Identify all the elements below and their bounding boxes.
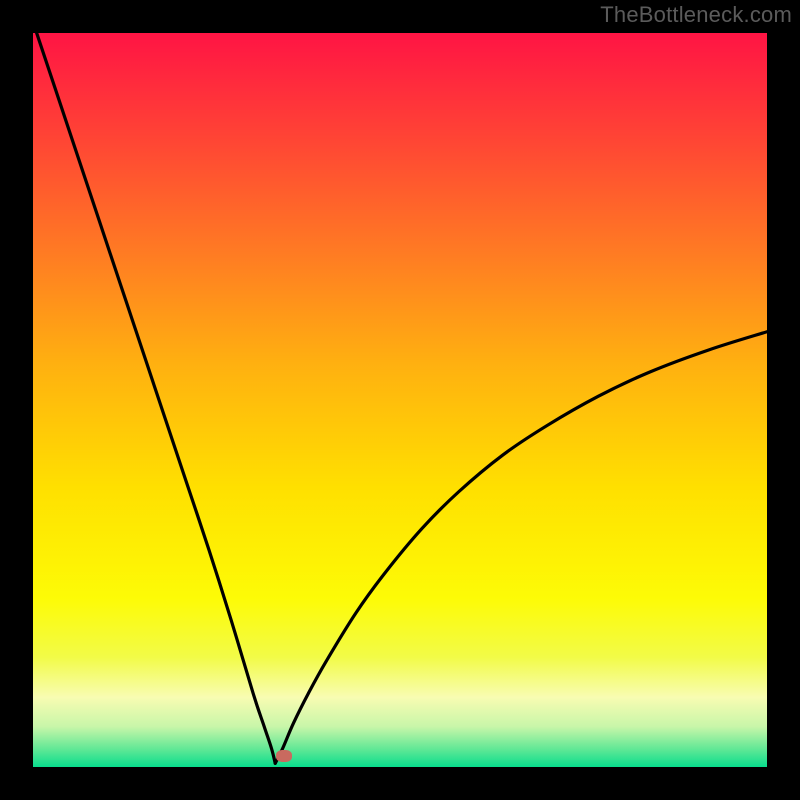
chart-plot-area bbox=[33, 33, 767, 767]
gradient-background bbox=[33, 33, 767, 767]
minimum-marker bbox=[276, 750, 292, 762]
watermark-text: TheBottleneck.com bbox=[600, 2, 792, 28]
chart-svg bbox=[33, 33, 767, 767]
chart-frame: TheBottleneck.com bbox=[0, 0, 800, 800]
